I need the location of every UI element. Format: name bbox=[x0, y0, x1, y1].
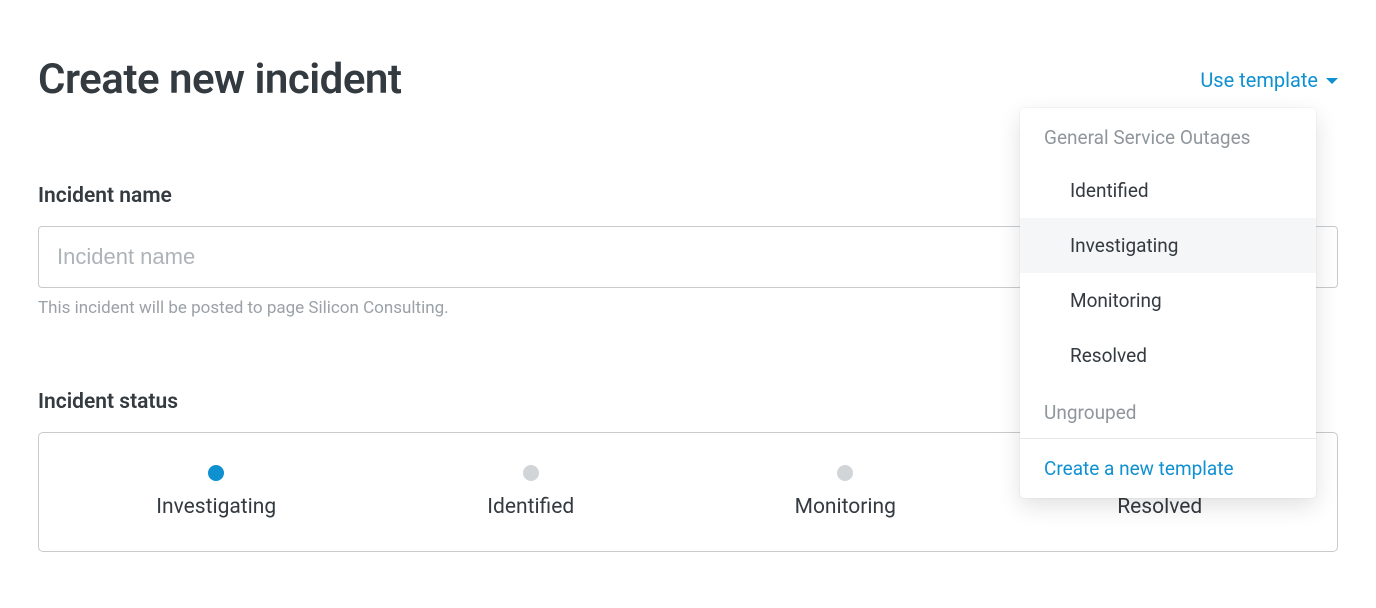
status-option-label: Monitoring bbox=[795, 495, 896, 519]
status-option-identified[interactable]: Identified bbox=[374, 465, 689, 519]
template-group-label: Ungrouped bbox=[1020, 383, 1316, 438]
template-dropdown-menu: General Service Outages Identified Inves… bbox=[1020, 108, 1316, 498]
status-option-monitoring[interactable]: Monitoring bbox=[688, 465, 1003, 519]
header-row: Create new incident Use template bbox=[38, 55, 1338, 104]
status-option-investigating[interactable]: Investigating bbox=[59, 465, 374, 519]
use-template-label: Use template bbox=[1200, 68, 1318, 92]
create-new-template-link[interactable]: Create a new template bbox=[1020, 439, 1316, 498]
status-option-label: Identified bbox=[487, 495, 574, 519]
status-dot-icon bbox=[208, 465, 224, 481]
status-dot-icon bbox=[837, 465, 853, 481]
template-item-identified[interactable]: Identified bbox=[1020, 163, 1316, 218]
use-template-dropdown-trigger[interactable]: Use template bbox=[1200, 68, 1338, 92]
status-option-label: Investigating bbox=[156, 495, 276, 519]
template-item-monitoring[interactable]: Monitoring bbox=[1020, 273, 1316, 328]
template-group-label: General Service Outages bbox=[1020, 108, 1316, 163]
template-item-investigating[interactable]: Investigating bbox=[1020, 218, 1316, 273]
status-dot-icon bbox=[523, 465, 539, 481]
page-title: Create new incident bbox=[38, 55, 402, 104]
status-option-label: Resolved bbox=[1117, 495, 1202, 519]
caret-down-icon bbox=[1326, 78, 1338, 84]
template-item-resolved[interactable]: Resolved bbox=[1020, 328, 1316, 383]
